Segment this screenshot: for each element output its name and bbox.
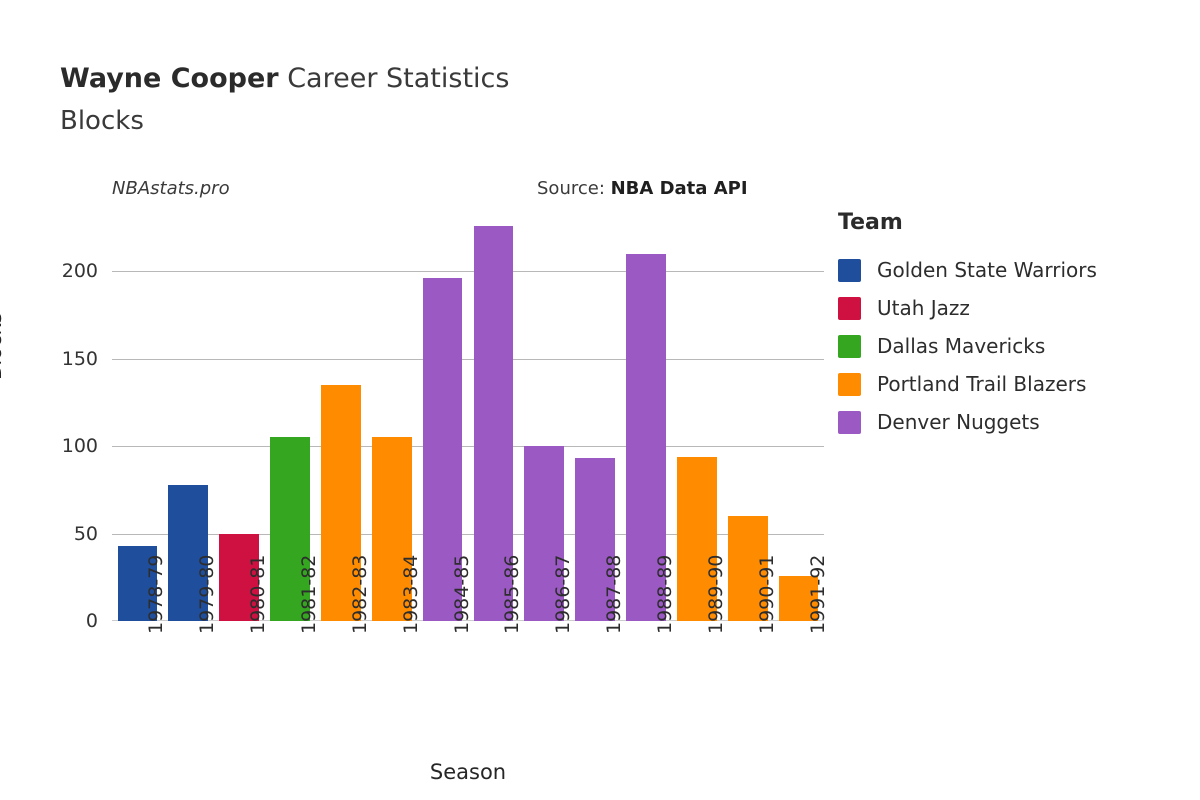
x-tick-label: 1986-87	[552, 554, 575, 634]
y-axis-ticks: 0 50 100 150 200	[0, 215, 112, 632]
legend-label: Denver Nuggets	[877, 410, 1040, 434]
x-axis-label: Season	[429, 760, 507, 784]
legend-label: Portland Trail Blazers	[877, 372, 1087, 396]
x-tick-label: 1987-88	[603, 554, 626, 634]
x-tick-label: 1983-84	[399, 554, 422, 634]
legend-swatch-icon	[838, 258, 861, 282]
legend-label: Utah Jazz	[877, 296, 970, 320]
y-tick-label: 50	[73, 522, 98, 545]
y-tick-label: 150	[61, 347, 98, 370]
legend: Team Golden State Warriors Utah Jazz Dalla…	[838, 210, 1190, 441]
legend-swatch-icon	[838, 372, 861, 396]
legend-label: Dallas Mavericks	[877, 334, 1046, 358]
legend-item[interactable]: Golden State Warriors	[838, 251, 1190, 289]
legend-item[interactable]: Dallas Mavericks	[838, 327, 1190, 365]
x-tick-label: 1980-81	[247, 554, 270, 634]
legend-label: Golden State Warriors	[877, 258, 1097, 282]
x-tick-label: 1981-82	[298, 554, 320, 634]
y-tick-label: 100	[61, 435, 98, 457]
legend-swatch-icon	[838, 334, 861, 358]
legend-item[interactable]: Portland Trail Blazers	[838, 365, 1190, 403]
x-tick-label: 1979-80	[196, 554, 219, 634]
x-tick-label: 1990-91	[755, 554, 778, 634]
x-tick-label: 1991-92	[806, 554, 829, 634]
legend-items: Golden State Warriors Utah Jazz Dallas Mav…	[838, 251, 1190, 441]
legend-swatch-icon	[838, 296, 861, 320]
y-tick-label: 200	[61, 260, 98, 282]
y-tick-label: 0	[85, 610, 98, 632]
x-tick-label: 1985-86	[501, 554, 524, 634]
legend-item[interactable]: Utah Jazz	[838, 289, 1190, 327]
x-tick-label: 1989-90	[704, 554, 727, 634]
x-tick-label: 1982-83	[348, 554, 371, 634]
legend-swatch-icon	[838, 410, 861, 434]
legend-title: Team	[838, 210, 903, 235]
y-axis-label: Blocks	[0, 312, 6, 380]
legend-item[interactable]: Denver Nuggets	[838, 403, 1190, 441]
x-tick-label: 1978-79	[145, 554, 168, 634]
x-tick-label: 1984-85	[450, 554, 473, 634]
x-tick-label: 1988-89	[654, 554, 676, 634]
